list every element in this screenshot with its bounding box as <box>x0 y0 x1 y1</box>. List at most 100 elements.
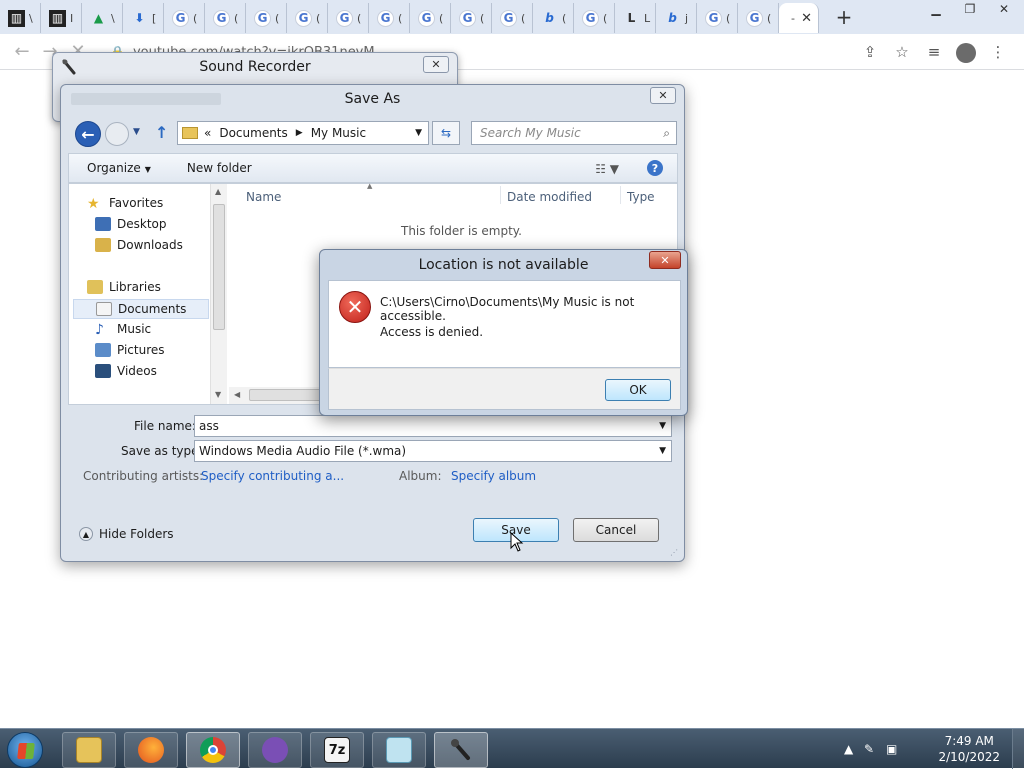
chevron-down-icon[interactable]: ▼ <box>659 446 666 456</box>
hide-folders-button[interactable]: ▲ Hide Folders <box>79 527 174 541</box>
browser-tab[interactable]: ▲ \ <box>82 3 123 33</box>
scroll-left-icon[interactable]: ◀ <box>234 390 240 399</box>
taskbar-7zip[interactable]: 7z <box>310 732 364 768</box>
nav-pane-scrollbar[interactable]: ▲ ▼ <box>210 184 227 404</box>
minimize-button[interactable]: ▁ <box>920 0 952 18</box>
show-hidden-icons-icon[interactable]: ▲ <box>844 742 853 756</box>
save-as-close-button[interactable]: ✕ <box>650 87 676 104</box>
ok-button[interactable]: OK <box>605 379 671 401</box>
column-headers: Name ▲ Date modified Type <box>229 182 677 208</box>
breadcrumb-separator-icon[interactable]: ▶ <box>296 128 303 138</box>
profile-avatar-icon[interactable] <box>950 40 982 64</box>
folder-path-bar[interactable]: « Documents ▶ My Music ▼ <box>177 121 429 145</box>
clock[interactable]: 7:49 AM 2/10/2022 <box>938 733 1000 765</box>
file-name-input[interactable]: ass ▼ <box>194 415 672 437</box>
breadcrumb-my-music[interactable]: My Music <box>311 126 366 140</box>
folder-icon <box>182 127 198 139</box>
taskbar: 7z ▲ ✎ ▣ 7:49 AM 2/10/2022 <box>0 728 1024 769</box>
pen-tablet-icon[interactable]: ✎ <box>864 742 874 756</box>
browser-tab[interactable]: G( <box>492 3 533 33</box>
taskbar-sound-recorder[interactable] <box>434 732 488 768</box>
change-view-icon[interactable]: ☷ ▼ <box>595 162 619 176</box>
tab-active[interactable]: - ✕ <box>779 3 819 33</box>
folder-icon <box>76 737 102 763</box>
chevron-down-icon[interactable]: ▼ <box>659 421 666 431</box>
browser-tab[interactable]: G( <box>410 3 451 33</box>
browser-tab[interactable]: bj <box>656 3 697 33</box>
column-type[interactable]: Type <box>627 190 655 204</box>
help-icon[interactable]: ? <box>647 160 663 176</box>
file-name-label: File name: <box>134 419 196 433</box>
share-icon[interactable]: ⇪ <box>854 40 886 64</box>
error-close-button[interactable]: ✕ <box>649 251 681 269</box>
tab-close-icon[interactable]: ✕ <box>801 11 812 26</box>
new-folder-button[interactable]: New folder <box>169 161 270 175</box>
resize-grip-icon[interactable]: ⋰ <box>670 548 678 557</box>
taskbar-file-explorer[interactable] <box>62 732 116 768</box>
scroll-up-icon[interactable]: ▲ <box>215 187 221 196</box>
sound-recorder-close-button[interactable]: ✕ <box>423 56 449 73</box>
cancel-button[interactable]: Cancel <box>573 518 659 542</box>
back-arrow-icon[interactable]: ← <box>8 38 36 66</box>
up-folder-icon[interactable]: ↑ <box>155 123 168 142</box>
organize-button[interactable]: Organize ▼ <box>69 161 169 175</box>
back-button[interactable]: ← <box>75 121 101 147</box>
browser-tab[interactable]: G( <box>451 3 492 33</box>
browser-tab[interactable]: G( <box>246 3 287 33</box>
browser-tab[interactable]: G( <box>738 3 779 33</box>
nav-scroll-thumb[interactable] <box>213 204 225 330</box>
bookmark-star-icon[interactable]: ☆ <box>886 40 918 64</box>
nav-music[interactable]: ♪ Music <box>95 322 152 338</box>
taskbar-notepad[interactable] <box>372 732 426 768</box>
browser-tab[interactable]: G( <box>164 3 205 33</box>
scroll-down-icon[interactable]: ▼ <box>215 390 221 399</box>
network-icon[interactable]: ▣ <box>886 742 897 756</box>
taskbar-chrome[interactable] <box>186 732 240 768</box>
forward-button[interactable] <box>105 122 129 146</box>
media-queue-icon[interactable]: ≡ <box>918 40 950 64</box>
nav-music-label: Music <box>117 322 152 336</box>
nav-videos[interactable]: Videos <box>95 364 157 378</box>
tab-list: ▥ \ ▥ I ▲ \ ⬇[G(G(G(G(G(G(G(G(G(b(G(L Lb j G(G( <box>0 1 779 33</box>
column-divider[interactable] <box>620 186 621 204</box>
close-window-button[interactable]: ✕ <box>988 0 1020 18</box>
browser-tab[interactable]: LL <box>615 3 656 33</box>
taskbar-firefox[interactable] <box>124 732 178 768</box>
browser-tab[interactable]: G( <box>369 3 410 33</box>
browser-tab[interactable]: G( <box>697 3 738 33</box>
column-name[interactable]: Name <box>246 190 281 204</box>
contributing-artists-link[interactable]: Specify contributing a... <box>201 469 344 483</box>
tab-title: ( <box>521 11 526 25</box>
browser-tab[interactable]: G( <box>287 3 328 33</box>
nav-downloads[interactable]: Downloads <box>95 238 183 252</box>
column-date-modified[interactable]: Date modified <box>507 190 592 204</box>
nav-desktop[interactable]: Desktop <box>95 217 167 231</box>
path-dropdown-icon[interactable]: ▼ <box>415 128 422 138</box>
nav-documents[interactable]: Documents <box>73 299 209 319</box>
menu-kebab-icon[interactable]: ⋮ <box>982 40 1014 64</box>
browser-tab[interactable]: G( <box>574 3 615 33</box>
column-divider[interactable] <box>500 186 501 204</box>
path-overflow-chevrons[interactable]: « <box>204 126 211 140</box>
browser-tab[interactable]: b( <box>533 3 574 33</box>
nav-libraries[interactable]: Libraries <box>87 280 161 294</box>
save-as-type-select[interactable]: Windows Media Audio File (*.wma) ▼ <box>194 440 672 462</box>
breadcrumb-documents[interactable]: Documents <box>219 126 287 140</box>
browser-tab[interactable]: ▥ \ <box>0 3 41 33</box>
new-tab-button[interactable]: + <box>829 3 859 31</box>
browser-tab[interactable]: G( <box>328 3 369 33</box>
search-input[interactable]: Search My Music ⌕ <box>471 121 677 145</box>
nav-pictures[interactable]: Pictures <box>95 343 165 357</box>
taskbar-bonzi-buddy[interactable] <box>248 732 302 768</box>
nav-favorites[interactable]: ★ Favorites <box>87 196 163 212</box>
browser-tab[interactable]: G( <box>205 3 246 33</box>
empty-folder-message: This folder is empty. <box>401 224 522 238</box>
start-button[interactable] <box>7 732 43 768</box>
browser-tab[interactable]: ▥ I <box>41 3 82 33</box>
show-desktop-button[interactable] <box>1012 729 1024 769</box>
refresh-icon[interactable]: ⇆ <box>432 121 460 145</box>
restore-button[interactable]: ❐ <box>954 0 986 18</box>
history-dropdown-icon[interactable]: ▼ <box>133 127 140 137</box>
album-link[interactable]: Specify album <box>451 469 536 483</box>
browser-tab[interactable]: ⬇[ <box>123 3 164 33</box>
